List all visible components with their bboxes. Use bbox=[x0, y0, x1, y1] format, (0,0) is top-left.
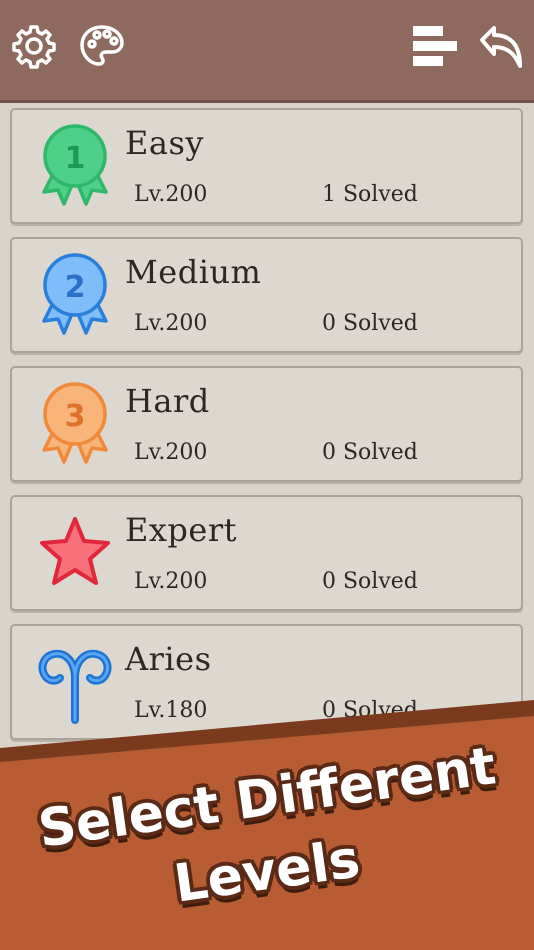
level-count: Lv.200 bbox=[134, 182, 208, 207]
aries-icon bbox=[38, 649, 112, 724]
level-card-expert[interactable]: Expert Lv.200 0 Solved bbox=[10, 495, 523, 611]
level-title: Aries bbox=[125, 640, 212, 678]
ribbon-medal-icon: 1 bbox=[42, 124, 108, 206]
level-card-easy[interactable]: 1 Easy Lv.200 1 Solved bbox=[10, 108, 523, 224]
top-bar bbox=[0, 0, 534, 100]
level-title: Easy bbox=[125, 124, 204, 162]
svg-text:2: 2 bbox=[65, 270, 86, 305]
svg-text:1: 1 bbox=[65, 141, 86, 176]
solved-count: 0 Solved bbox=[322, 569, 418, 594]
level-card-aries[interactable]: Aries Lv.180 0 Solved bbox=[10, 624, 523, 740]
level-title: Hard bbox=[125, 382, 210, 420]
gear-icon[interactable] bbox=[10, 22, 58, 70]
level-title: Expert bbox=[125, 511, 237, 549]
ranking-icon[interactable] bbox=[410, 22, 458, 70]
level-count: Lv.200 bbox=[134, 569, 208, 594]
level-title: Medium bbox=[125, 253, 262, 291]
solved-count: 0 Solved bbox=[322, 440, 418, 465]
solved-count: 1 Solved bbox=[322, 182, 418, 207]
level-count: Lv.180 bbox=[134, 698, 208, 723]
undo-icon[interactable] bbox=[476, 22, 524, 70]
star-icon bbox=[40, 517, 110, 585]
level-card-hard[interactable]: 3 Hard Lv.200 0 Solved bbox=[10, 366, 523, 482]
palette-icon[interactable] bbox=[78, 22, 126, 70]
solved-count: 0 Solved bbox=[322, 698, 418, 723]
solved-count: 0 Solved bbox=[322, 311, 418, 336]
ribbon-medal-icon: 2 bbox=[42, 253, 108, 335]
level-count: Lv.200 bbox=[134, 311, 208, 336]
level-count: Lv.200 bbox=[134, 440, 208, 465]
ribbon-medal-icon: 3 bbox=[42, 382, 108, 464]
level-card-medium[interactable]: 2 Medium Lv.200 0 Solved bbox=[10, 237, 523, 353]
svg-text:3: 3 bbox=[65, 399, 86, 434]
